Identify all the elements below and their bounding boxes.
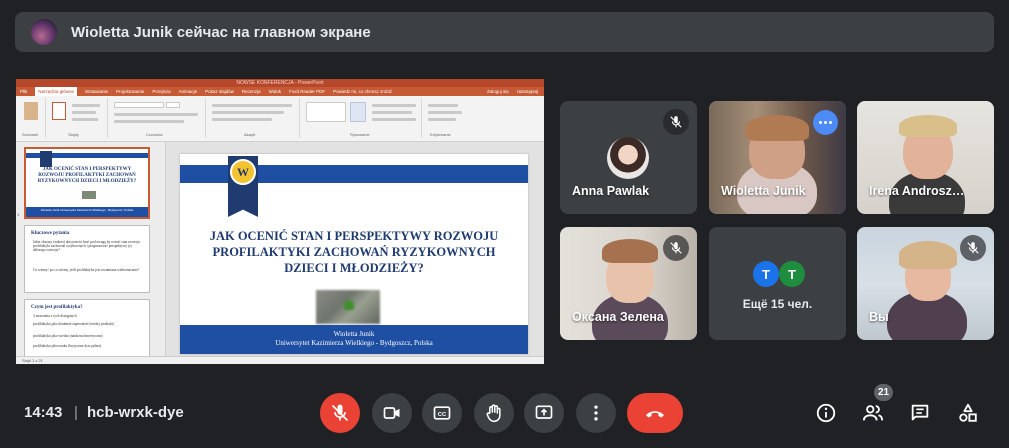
captions-icon: CC [433,406,451,420]
participant-name: Irena Androsz… [869,184,965,198]
activities-button[interactable] [955,400,981,426]
ppt-status-bar: Slajd 1 z 21 [16,356,544,364]
mic-off-icon [331,404,349,422]
ppt-window-title: NOWSE KONFERENCJA - PowerPoint [16,79,544,87]
raise-hand-icon [486,404,501,423]
ppt-tab-home: Narzędzia główne [35,87,78,96]
end-call-icon [646,411,664,418]
mic-off-icon [663,109,689,135]
ppt-tab-transitions: Przejścia [152,89,171,94]
more-participants-tile[interactable]: Т Т Ещё 15 чел. [709,227,846,340]
clock: 14:43 [24,404,63,421]
ppt-ribbon: Schowek Slajdy Czcionka Akapit Rysowanie… [16,96,544,142]
ribbon-group-slides: Slajdy [48,98,108,138]
ppt-tell-me: Powiedz mi, co chcesz zrobić [333,89,392,94]
ribbon-group-drawing: Rysowanie [302,98,422,138]
ppt-tab-foxit: Foxit Reader PDF [289,89,326,94]
presenting-banner: Wioletta Junik сейчас на главном экране [15,12,994,52]
chat-button[interactable] [907,400,933,426]
more-participants-count: Ещё 15 чел. [742,297,813,311]
shared-screen[interactable]: NOWSE KONFERENCJA - PowerPoint Plik Narz… [16,79,544,364]
participant-tile-anna-pawlak[interactable]: Anna Pawlak [560,101,697,214]
thumbnail-slide-3[interactable]: Czym jest profilaktyka? 3 znaczenia z ty… [24,299,150,359]
thumbnail-slide-2[interactable]: Kluczowe pytania Jakie obszary (zakres) … [24,225,150,293]
svg-text:CC: CC [438,412,447,418]
ppt-tab-view: Widok [268,89,282,94]
slide-thumbnails: 1 JAK OCENIĆ STAN I PERSPEKTYWY ROZWOJU … [16,142,166,359]
ppt-ribbon-tabs: Plik Narzędzia główne Wstawianie Projekt… [16,87,544,96]
people-icon [862,405,884,421]
participant-name: Оксана Зелена [572,310,664,324]
mic-off-icon [960,235,986,261]
ribbon-group-clipboard: Schowek [18,98,46,138]
slide-author: Wioletta Junik [333,330,375,338]
more-vert-icon [594,405,598,421]
meeting-code: hcb-wrxk-dye [87,404,184,421]
ppt-tab-insert: Wstawianie [85,89,109,94]
ribbon-group-font: Czcionka [110,98,206,138]
captions-button[interactable]: CC [422,393,462,433]
ppt-tab-file: Plik [20,89,28,94]
meeting-details-button[interactable] [813,400,839,426]
chat-icon [911,404,929,421]
ppt-tab-design: Projektowanie [116,89,145,94]
ribbon-group-paragraph: Akapit [208,98,300,138]
slide-footer: Wioletta Junik Uniwersytet Kazimierza Wi… [180,325,528,354]
present-button[interactable] [524,393,564,433]
leave-call-button[interactable] [627,393,683,433]
participant-tile-wioletta-junik[interactable]: Wioletta Junik [709,101,846,214]
slide-title: JAK OCENIĆ STAN I PERSPEKTYWY ROZWOJU PR… [209,229,499,275]
thumbnail-image [82,191,96,199]
camera-toggle-button[interactable] [372,393,412,433]
separator: | [74,404,78,421]
slide-affiliation: Uniwersytet Kazimierza Wielkiego - Bydgo… [275,339,433,347]
camera-icon [383,407,400,419]
more-options-icon[interactable] [813,110,838,135]
presenting-text: Wioletta Junik сейчас на главном экране [71,23,371,41]
participant-name: Anna Pawlak [572,184,650,198]
ppt-share: Udostępnij [516,89,538,94]
slide-editor: JAK OCENIĆ STAN I PERSPEKTYWY ROZWOJU PR… [166,142,544,356]
avatar: Т [753,261,779,287]
mic-toggle-button[interactable] [320,393,360,433]
info-icon [816,403,836,423]
presenter-avatar [31,19,57,45]
thumbnail-logo [40,151,52,167]
raise-hand-button[interactable] [474,393,514,433]
ppt-signin: Zaloguj się [486,89,509,94]
ribbon-group-editing: Edytowanie [424,98,470,138]
university-logo [230,159,256,185]
participant-name: Wioletta Junik [721,184,806,198]
present-icon [535,405,553,419]
participant-tile-oksana-zelena[interactable]: Оксана Зелена [560,227,697,340]
mic-off-icon [663,235,689,261]
participant-tile-irena-androsz[interactable]: Irena Androsz… [857,101,994,214]
more-options-button[interactable] [576,393,616,433]
avatar: Т [779,261,805,287]
activities-icon [959,403,977,422]
ppt-tab-slideshow: Pokaz slajdów [205,89,234,94]
avatar [607,137,649,179]
ppt-workspace: 1 JAK OCENIĆ STAN I PERSPEKTYWY ROZWOJU … [16,142,544,359]
people-button[interactable] [860,400,886,426]
slide-sprout-image [316,290,380,324]
people-count-badge: 21 [874,384,893,401]
ppt-tab-review: Recenzja [241,89,261,94]
current-slide[interactable]: JAK OCENIĆ STAN I PERSPEKTYWY ROZWOJU PR… [180,154,528,354]
participant-name: Вы [869,310,889,324]
participant-tile-self[interactable]: Вы [857,227,994,340]
thumbnail-slide-1[interactable]: JAK OCENIĆ STAN I PERSPEKTYWY ROZWOJU PR… [24,147,150,219]
ppt-tab-animations: Animacje [178,89,198,94]
